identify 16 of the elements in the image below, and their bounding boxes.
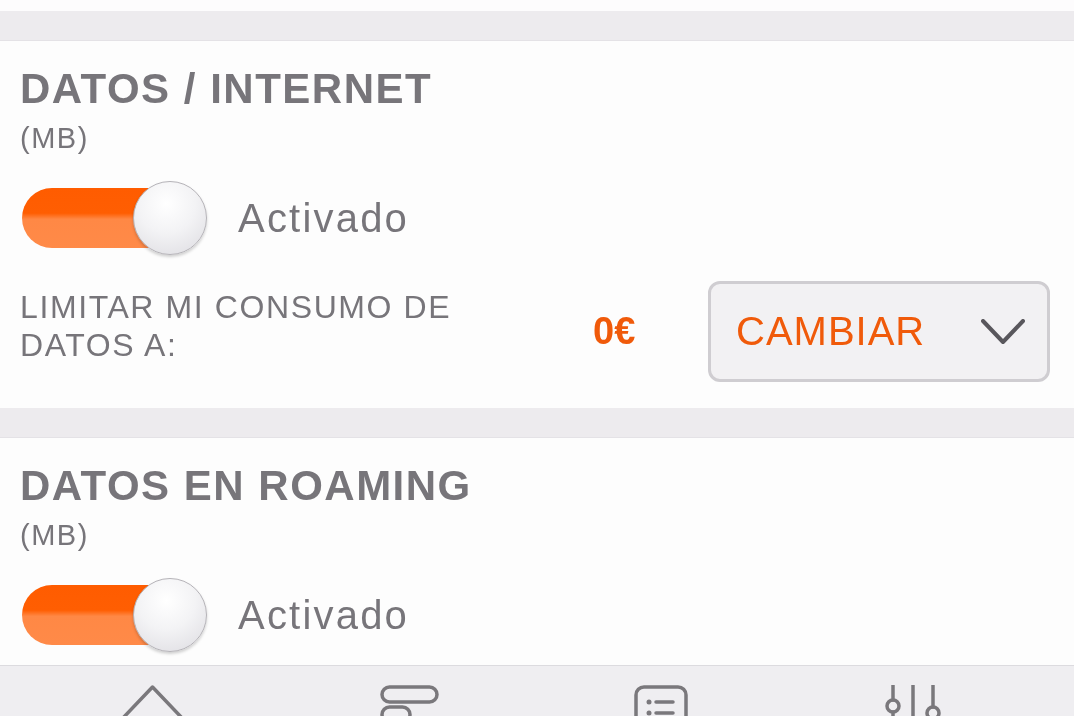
list-icon[interactable] — [634, 685, 688, 716]
unit-label: (MB) — [20, 518, 89, 552]
toggle-status-label: Activado — [238, 592, 410, 638]
section-title: DATOS / INTERNET — [20, 65, 433, 113]
toggle-status-label: Activado — [238, 195, 410, 241]
home-icon[interactable] — [120, 685, 185, 716]
unit-label: (MB) — [20, 121, 89, 155]
limit-label: LIMITAR MI CONSUMO DE DATOS A: — [20, 287, 453, 365]
toggle-switch[interactable] — [22, 578, 207, 652]
chevron-down-icon — [981, 318, 1025, 345]
bars-icon[interactable] — [380, 685, 439, 716]
section-title: DATOS EN ROAMING — [20, 462, 472, 510]
dropdown-button[interactable]: CAMBIAR — [708, 281, 1050, 382]
sliders-icon[interactable] — [883, 685, 943, 716]
toggle-switch[interactable] — [22, 181, 207, 255]
limit-value: 0€ — [593, 310, 636, 353]
